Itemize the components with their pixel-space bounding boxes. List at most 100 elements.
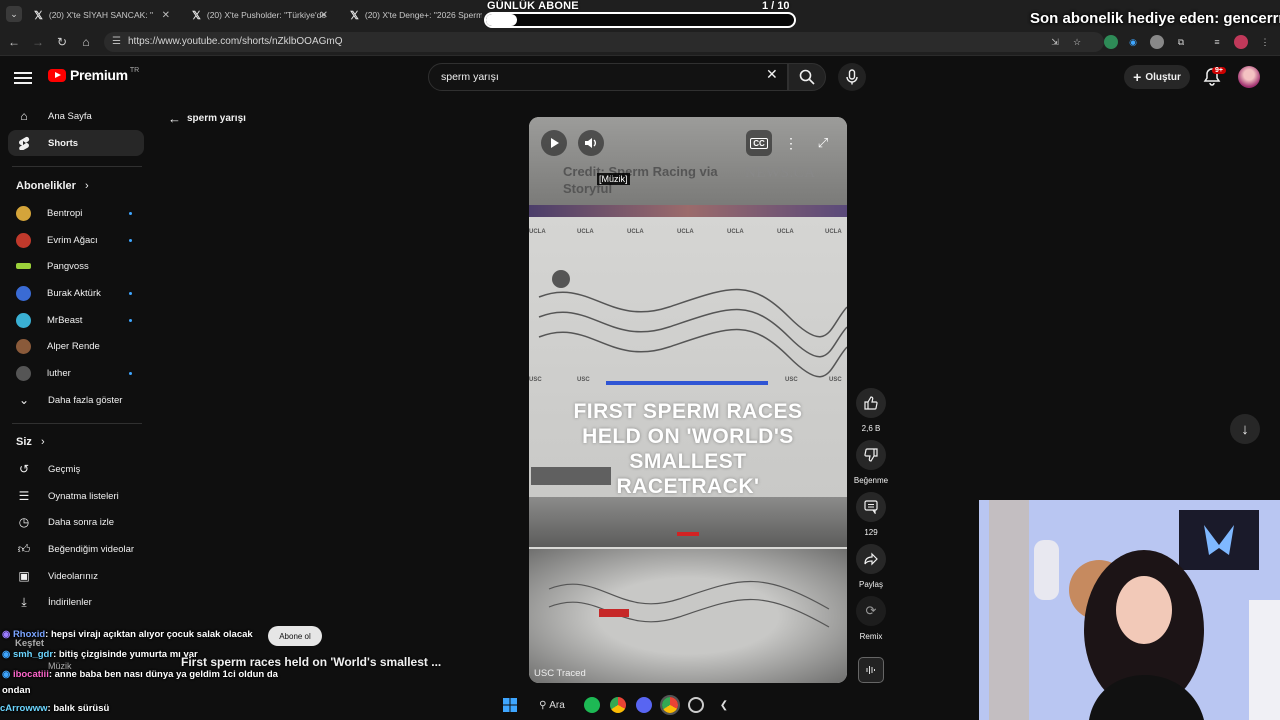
browser-toolbar: ← → ↻ ⌂ ☰ https://www.youtube.com/shorts… xyxy=(0,28,1280,56)
browser-tab[interactable]: 𝕏 (20) X'te Pusholder: "Türkiye'de ✕ xyxy=(184,4,334,26)
sidebar-item-subscription[interactable]: Evrim Ağacı xyxy=(8,227,144,253)
sidebar-item-subscription[interactable]: Alper Rende xyxy=(8,333,144,359)
dislike-label: Beğenme xyxy=(853,476,889,485)
extension-icon[interactable] xyxy=(1150,35,1164,49)
account-avatar[interactable] xyxy=(1238,66,1260,88)
sidebar-item-label: Bentropi xyxy=(47,207,83,219)
shorts-player[interactable]: UCLA UCLA UCLA UCLA UCLA UCLA UCLA USC U… xyxy=(529,117,847,683)
taskbar-search[interactable]: ⚲ Ara xyxy=(530,695,574,715)
sound-button[interactable] xyxy=(858,657,884,683)
site-info-icon[interactable]: ☰ xyxy=(112,32,121,52)
browser-tab[interactable]: 𝕏 (20) X'te Denge+: "2026 Sperm xyxy=(342,4,482,26)
captions-button[interactable]: CC xyxy=(746,130,772,156)
sidebar-item-subscription[interactable]: MrBeast xyxy=(8,307,144,333)
sidebar-item-subscription[interactable]: Pangvoss xyxy=(8,253,144,279)
video-headline: FIRST SPERM RACES HELD ON 'WORLD'S SMALL… xyxy=(573,400,803,498)
chrome-icon[interactable] xyxy=(610,697,626,713)
sidebar-item-your-videos[interactable]: ▣ Videolarınız xyxy=(8,563,144,589)
remix-icon: ⟳ xyxy=(856,596,886,626)
hamburger-menu-icon[interactable] xyxy=(14,69,32,85)
play-icon xyxy=(551,138,559,148)
dislike-button[interactable]: Beğenme xyxy=(854,440,888,485)
sidebar-item-shorts[interactable]: Shorts xyxy=(8,130,144,156)
x-logo-icon: 𝕏 xyxy=(350,9,359,22)
voice-search-button[interactable] xyxy=(838,63,866,91)
windows-start-icon[interactable] xyxy=(500,695,520,715)
forward-arrow-icon[interactable]: → xyxy=(30,34,46,50)
chevron-down-icon: ⌄ xyxy=(18,393,30,407)
sidebar-item-label: Alper Rende xyxy=(47,340,100,352)
like-button[interactable]: 2,6 B xyxy=(855,388,887,433)
app-icon[interactable]: ❮ xyxy=(714,695,734,715)
sidebar-item-liked-videos[interactable]: 👍︎ Beğendiğim videolar xyxy=(8,536,144,562)
subscribe-button[interactable]: Abone ol xyxy=(268,626,322,646)
mute-button[interactable] xyxy=(578,130,604,156)
audio-waveform-icon xyxy=(866,666,875,674)
home-icon[interactable]: ⌂ xyxy=(78,34,94,50)
sidebar-item-subscription[interactable]: Burak Aktürk xyxy=(8,280,144,306)
sidebar-item-label: Ana Sayfa xyxy=(48,110,92,122)
browser-tab[interactable]: 𝕏 (20) X'te SİYAH SANCAK: " ✕ xyxy=(26,4,176,26)
back-arrow-icon[interactable]: ← xyxy=(6,34,22,50)
comments-button[interactable]: 129 xyxy=(855,492,887,537)
extension-icon[interactable] xyxy=(1104,35,1118,49)
microscope-track-graphic xyxy=(548,581,830,628)
sidebar-item-subscription[interactable]: Bentropi xyxy=(8,200,144,226)
reading-list-icon[interactable]: ≡ xyxy=(1210,35,1224,49)
profile-icon[interactable] xyxy=(1234,35,1248,49)
new-content-dot xyxy=(129,238,132,242)
clear-search-icon[interactable]: ✕ xyxy=(766,66,778,83)
bookmark-star-icon[interactable]: ☆ xyxy=(1070,35,1084,49)
cc-icon: CC xyxy=(750,137,768,149)
sidebar-item-history[interactable]: ↺ Geçmiş xyxy=(8,456,144,482)
sidebar-item-downloads[interactable]: ⤓ İndirilenler xyxy=(8,589,144,615)
back-to-search[interactable]: ← sperm yarışı xyxy=(168,111,246,126)
close-icon[interactable]: ✕ xyxy=(162,10,170,21)
youtube-logo[interactable]: Premium TR xyxy=(48,67,139,83)
thumbs-up-icon: 👍︎ xyxy=(17,541,31,556)
obs-icon[interactable] xyxy=(688,697,704,713)
extension-icon[interactable]: ◉ xyxy=(1126,35,1140,49)
search-input[interactable]: sperm yarışı xyxy=(428,63,788,91)
chat-text: : hepsi virajı açıktan alıyor çocuk sala… xyxy=(45,629,253,640)
install-app-icon[interactable]: ⇲ xyxy=(1048,35,1062,49)
remix-button[interactable]: ⟳ Remix xyxy=(855,596,887,641)
sidebar-item-watch-later[interactable]: ◷ Daha sonra izle xyxy=(8,509,144,535)
youtube-play-icon xyxy=(48,68,66,82)
chat-badge-icon: ◉ xyxy=(2,669,11,680)
channel-avatar xyxy=(16,365,31,381)
reload-icon[interactable]: ↻ xyxy=(54,34,70,50)
clock-icon: ◷ xyxy=(18,515,30,529)
chrome-icon[interactable] xyxy=(660,695,680,715)
sidebar-item-label: Shorts xyxy=(48,137,79,149)
sidebar-item-label: MrBeast xyxy=(47,314,83,326)
search-button[interactable] xyxy=(788,63,826,91)
spotify-icon[interactable] xyxy=(584,697,600,713)
tab-search-button[interactable]: ⌄ xyxy=(6,6,22,22)
fullscreen-icon: ⤢ xyxy=(817,135,829,150)
sidebar-item-show-more[interactable]: ⌄ Daha fazla göster xyxy=(8,387,144,413)
subscriptions-header[interactable]: Abonelikler › xyxy=(16,180,89,192)
extensions-puzzle-icon[interactable]: ⧉ xyxy=(1174,35,1188,49)
home-icon: ⌂ xyxy=(20,109,28,123)
chat-username: cArrowww xyxy=(0,703,48,714)
close-icon[interactable]: ✕ xyxy=(320,10,328,21)
sidebar-item-subscription[interactable]: luther xyxy=(8,360,144,386)
discord-icon[interactable] xyxy=(636,697,652,713)
share-button[interactable]: Paylaş xyxy=(855,544,887,589)
more-options-button[interactable]: ⋮ xyxy=(778,130,804,156)
playlist-icon: ☰ xyxy=(18,489,30,503)
remix-label: Remix xyxy=(859,632,883,641)
next-video-button[interactable]: ↓ xyxy=(1230,414,1260,444)
address-bar[interactable]: ☰ https://www.youtube.com/shorts/nZklbOO… xyxy=(104,32,1104,52)
menu-dots-icon[interactable]: ⋮ xyxy=(1258,35,1272,49)
country-code: TR xyxy=(129,66,140,74)
sidebar-item-playlists[interactable]: ☰ Oynatma listeleri xyxy=(8,483,144,509)
play-button[interactable] xyxy=(541,130,567,156)
fullscreen-button[interactable]: ⤢ xyxy=(810,130,836,156)
sidebar-item-home[interactable]: ⌂ Ana Sayfa xyxy=(8,103,144,129)
create-button[interactable]: + Oluştur xyxy=(1124,65,1190,89)
shorts-title[interactable]: First sperm races held on 'World's small… xyxy=(181,655,441,669)
sidebar-item-label: Geçmiş xyxy=(48,463,81,475)
you-header[interactable]: Siz › xyxy=(16,436,45,448)
